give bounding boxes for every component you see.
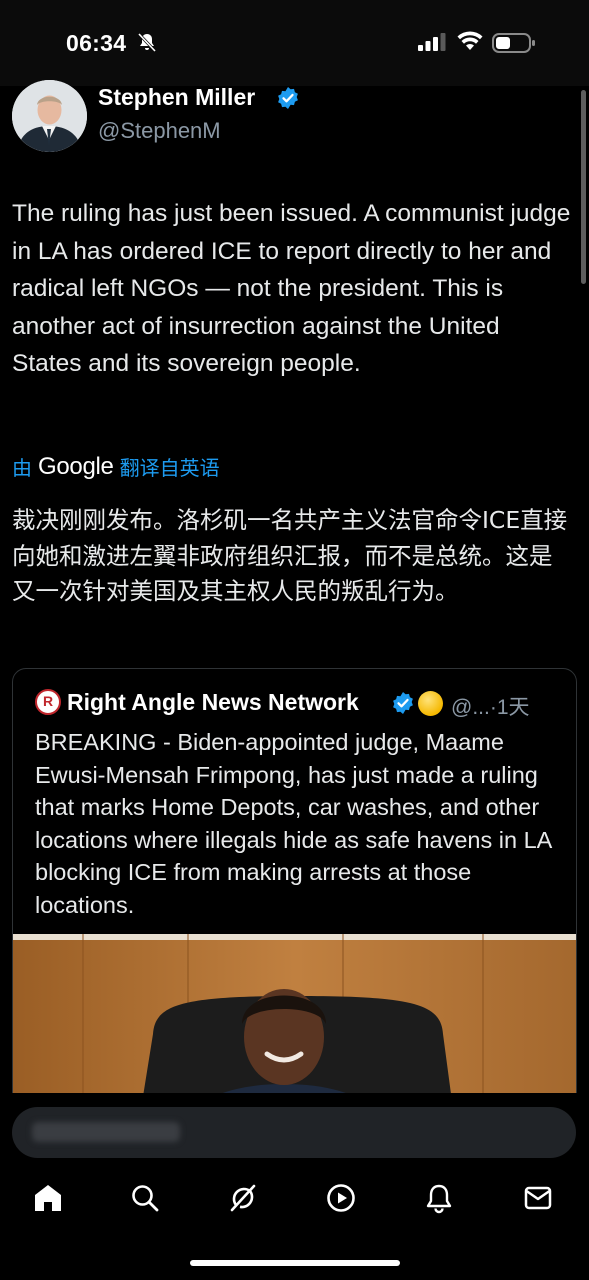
tab-video[interactable] — [317, 1176, 365, 1224]
verified-badge-icon — [276, 86, 300, 115]
status-bar: 06:34 — [0, 0, 589, 86]
reply-placeholder-blurred — [32, 1122, 180, 1142]
tab-bar — [0, 1176, 589, 1226]
signal-icon — [418, 33, 446, 56]
grok-icon — [227, 1182, 259, 1219]
wifi-icon — [457, 31, 483, 56]
home-icon — [32, 1182, 64, 1219]
tab-notifications[interactable] — [415, 1176, 463, 1224]
reply-input[interactable] — [12, 1107, 576, 1158]
quoted-time: ·1天 — [489, 696, 530, 719]
translation-suffix: 翻译自英语 — [119, 458, 220, 480]
tab-home[interactable] — [24, 1176, 72, 1224]
bottom-navigation-area — [0, 1093, 589, 1280]
messages-icon — [522, 1182, 554, 1219]
author-avatar[interactable] — [12, 80, 87, 152]
author-handle[interactable]: @StephenM — [98, 118, 221, 144]
search-icon — [130, 1183, 160, 1218]
translated-tweet-text: 裁决刚刚发布。洛杉矶一名共产主义法官命令ICE直接向她和激进左翼非政府组织汇报，… — [12, 506, 568, 605]
quoted-handle: @... — [451, 696, 490, 719]
google-logo: Google — [38, 452, 114, 480]
quoted-verified-badge-icon — [391, 691, 415, 720]
yellow-circle-emoji-icon — [418, 691, 443, 716]
tab-search[interactable] — [121, 1176, 169, 1224]
right-angle-news-logo: R — [35, 689, 61, 715]
translation-attribution[interactable]: 由 Google 翻译自英语 — [12, 452, 220, 481]
quote-logo-letter: R — [43, 693, 54, 709]
notifications-icon — [423, 1182, 455, 1219]
battery-icon — [492, 33, 536, 58]
quoted-handle-and-time: @...·1天 — [451, 691, 530, 721]
quoted-tweet-text: BREAKING - Biden-appointed judge, Maame … — [35, 729, 552, 918]
tweet-text: The ruling has just been issued. A commu… — [12, 200, 571, 377]
home-indicator[interactable] — [190, 1260, 400, 1266]
status-time: 06:34 — [66, 30, 127, 56]
translation-prefix: 由 — [12, 458, 32, 480]
scrollbar-thumb[interactable] — [581, 90, 586, 284]
tab-grok[interactable] — [219, 1176, 267, 1224]
bell-slash-icon — [137, 32, 157, 57]
tab-messages[interactable] — [514, 1176, 562, 1224]
author-name[interactable]: Stephen Miller — [98, 84, 255, 111]
quoted-author-name[interactable]: Right Angle News Network — [67, 689, 359, 716]
tweet-detail-screen: 06:34 Stephen Miller @StephenM The rulin… — [0, 0, 589, 1280]
play-icon — [325, 1182, 357, 1219]
